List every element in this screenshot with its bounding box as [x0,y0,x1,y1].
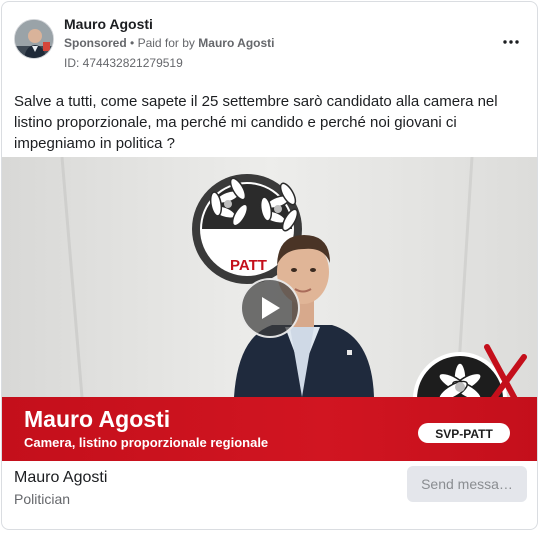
banner-role: Camera, listino proporzionale regionale [24,435,269,450]
ad-card: Mauro Agosti Sponsored • Paid for by Mau… [1,1,538,530]
banner-name: Mauro Agosti [24,406,171,432]
avatar-photo [15,20,53,58]
play-icon [262,297,280,319]
more-horizontal-icon [503,40,519,44]
video-media[interactable]: PATT SVP-PATT Mauro Agosti Camera, listi… [2,157,537,461]
author-name[interactable]: Mauro Agosti [64,16,153,32]
author-avatar[interactable] [14,19,54,59]
patt-logo-text: PATT [230,257,267,274]
more-options-button[interactable] [499,30,523,54]
post-body-text: Salve a tutti, come sapete il 25 settemb… [14,93,498,152]
paid-for-prefix: Paid for by [137,36,195,50]
post-header: Mauro Agosti Sponsored • Paid for by Mau… [2,2,537,82]
ad-id: ID: 474432821279519 [64,56,183,70]
footer-page-category: Politician [14,491,71,507]
separator-dot: • [130,36,135,50]
svp-patt-text: SVP-PATT [435,427,493,441]
sponsored-label: Sponsored [64,36,127,50]
sponsor-line: Sponsored • Paid for by Mauro Agosti [64,36,275,50]
send-message-button[interactable]: Send messa… [407,466,527,502]
svp-patt-label: SVP-PATT [418,423,510,443]
footer-page-name[interactable]: Mauro Agosti [14,469,107,487]
play-button[interactable] [240,278,300,338]
paid-for-name[interactable]: Mauro Agosti [198,36,274,50]
